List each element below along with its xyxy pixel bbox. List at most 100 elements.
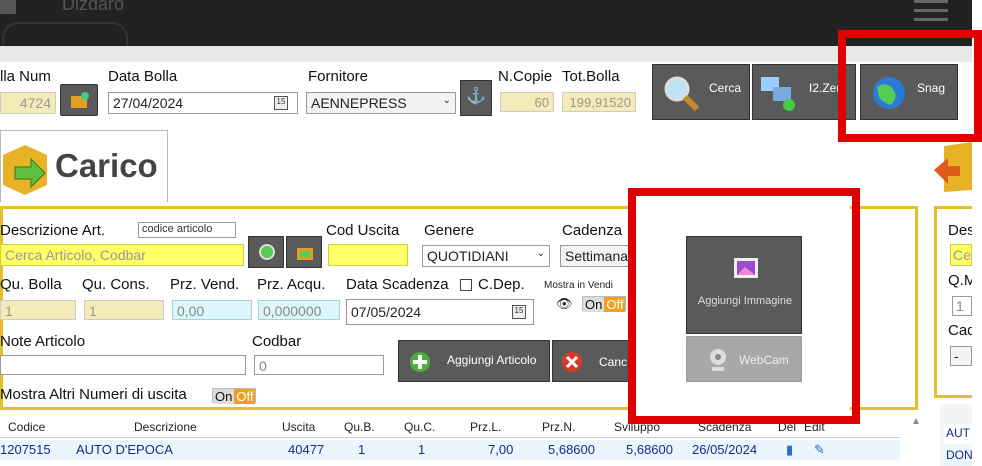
box-arrow-icon xyxy=(934,142,972,192)
chevron-down-icon: ⌄ xyxy=(536,248,545,259)
computers-icon xyxy=(761,77,795,111)
right-search-input[interactable]: Ce xyxy=(950,244,972,266)
codbar-label: Codbar xyxy=(252,333,302,350)
right-tab-icon[interactable] xyxy=(930,140,972,200)
cadenza-label: Cadenza xyxy=(562,222,623,239)
genere-value: QUOTIDIANI xyxy=(427,248,509,264)
data-bolla-label: Data Bolla xyxy=(108,68,178,85)
cerca-label: Cerca xyxy=(709,81,742,95)
menu-icon[interactable] xyxy=(914,0,948,21)
calendar-icon[interactable]: 15 xyxy=(512,305,526,319)
genere-select[interactable]: QUOTIDIANI ⌄ xyxy=(422,245,550,267)
prz-vend-input[interactable]: 0,00 xyxy=(172,300,252,320)
anchor-icon: ⚓ xyxy=(466,88,486,105)
right-qty-input[interactable]: 1 xyxy=(952,296,972,316)
right-list-item[interactable]: AUT xyxy=(944,424,972,444)
codbar-input[interactable]: 0 xyxy=(254,355,384,375)
bolla-num-label: lla Num xyxy=(0,68,51,85)
close-icon xyxy=(562,352,582,372)
toggle-on: On xyxy=(213,389,235,404)
column-header: Qu.B. xyxy=(344,420,375,434)
column-header: Prz.L. xyxy=(470,420,502,434)
codice-articolo-input[interactable]: codice articolo xyxy=(138,222,236,238)
ncopie-field: 60 xyxy=(500,92,554,112)
highlight-image-buttons xyxy=(628,188,860,424)
cell-descrizione: AUTO D'EPOCA xyxy=(76,442,173,457)
fornitore-label: Fornitore xyxy=(308,68,369,85)
separator-strip xyxy=(0,46,982,62)
aggiungi-articolo-label: Aggiungi Articolo xyxy=(447,353,537,367)
note-articolo-input[interactable] xyxy=(0,355,246,375)
prz-acqu-input[interactable]: 0,000000 xyxy=(258,300,340,320)
toggle-on: On xyxy=(583,297,605,312)
column-header: Uscita xyxy=(282,420,316,434)
data-scadenza-label: Data Scadenza xyxy=(346,276,449,293)
right-list-item[interactable]: DON xyxy=(944,446,973,466)
new-article-button[interactable] xyxy=(286,236,322,268)
right-select[interactable]: - xyxy=(950,346,972,366)
totbolla-field: 199,91520 xyxy=(562,92,636,112)
cell-qub: 1 xyxy=(358,442,366,457)
right-label: Des xyxy=(948,222,975,239)
home-icon[interactable] xyxy=(0,0,16,14)
column-header: Qu.C. xyxy=(404,420,436,434)
highlight-snag xyxy=(838,30,982,142)
cell-codice: 1207515 xyxy=(0,442,51,457)
cdep-checkbox[interactable] xyxy=(460,279,472,291)
search-icon xyxy=(259,244,275,260)
data-bolla-value: 27/04/2024 xyxy=(113,95,184,111)
plus-circle-icon xyxy=(410,352,430,372)
qu-cons-input[interactable]: 1 xyxy=(84,300,164,320)
prz-vend-label: Prz. Vend. xyxy=(170,276,240,293)
calendar-icon[interactable]: 15 xyxy=(274,96,288,110)
cell-scadenza: 26/05/2024 xyxy=(692,442,758,457)
table-row[interactable]: 1207515 AUTO D'EPOCA 40477 1 1 7,00 5,68… xyxy=(0,440,900,460)
top-bar xyxy=(0,0,972,46)
cell-sviluppo: 5,68600 xyxy=(626,442,673,457)
cell-przl: 7,00 xyxy=(488,442,514,457)
totbolla-label: Tot.Bolla xyxy=(562,68,620,85)
data-bolla-field[interactable]: 27/04/2024 xyxy=(108,92,298,114)
carico-box-icon xyxy=(3,145,47,195)
search-article-input[interactable]: Cerca Articolo, Codbar xyxy=(0,244,244,266)
data-scadenza-value: 07/05/2024 xyxy=(351,304,422,320)
mostra-vendita-toggle[interactable]: On Off xyxy=(582,296,627,312)
mostra-altri-toggle[interactable]: On Off xyxy=(212,388,257,404)
cell-quc: 1 xyxy=(418,442,426,457)
app-title: Dizdaro xyxy=(62,0,125,14)
data-scadenza-field[interactable]: 07/05/2024 xyxy=(346,299,534,325)
eye-icon: 👁 xyxy=(556,296,573,311)
cod-uscita-input[interactable] xyxy=(328,244,408,266)
toggle-off: Off xyxy=(234,389,256,404)
cerca-button[interactable]: Cerca xyxy=(652,64,750,120)
cdep-label: C.Dep. xyxy=(478,276,525,293)
anchor-button[interactable]: ⚓ xyxy=(460,80,492,116)
qu-bolla-input[interactable]: 1 xyxy=(0,300,76,320)
page-title: Carico xyxy=(55,147,158,184)
qu-cons-label: Qu. Cons. xyxy=(82,276,150,293)
mostra-altri-label: Mostra Altri Numeri di uscita xyxy=(0,386,187,403)
trash-icon[interactable]: ▮ xyxy=(786,442,793,458)
ncopie-label: N.Copie xyxy=(498,68,553,85)
chevron-down-icon: ⌄ xyxy=(442,95,451,106)
search-article-button[interactable] xyxy=(248,236,284,268)
fornitore-value: AENNEPRESS xyxy=(311,95,407,111)
cell-przn: 5,68600 xyxy=(548,442,595,457)
fornitore-select[interactable]: AENNEPRESS ⌄ xyxy=(306,92,456,114)
qu-bolla-label: Qu. Bolla xyxy=(0,276,62,293)
tab-carico[interactable]: Carico xyxy=(0,130,168,202)
cancel-label: Canc xyxy=(599,355,628,369)
note-articolo-label: Note Articolo xyxy=(0,333,86,350)
column-header: Prz.N. xyxy=(542,420,576,434)
aggiungi-articolo-button[interactable]: Aggiungi Articolo xyxy=(398,340,550,382)
bolla-lookup-button[interactable] xyxy=(60,84,98,116)
bolla-num-field[interactable]: 4724 xyxy=(0,92,56,114)
cod-uscita-label: Cod Uscita xyxy=(326,222,400,239)
toggle-off: Off xyxy=(604,297,626,312)
scroll-up-icon[interactable]: ▲ xyxy=(908,416,924,432)
cell-uscita: 40477 xyxy=(288,442,325,457)
box-icon xyxy=(297,248,313,260)
edit-icon[interactable]: ✎ xyxy=(814,442,825,458)
prz-acqu-label: Prz. Acqu. xyxy=(257,276,326,293)
column-header: Descrizione xyxy=(134,420,197,434)
